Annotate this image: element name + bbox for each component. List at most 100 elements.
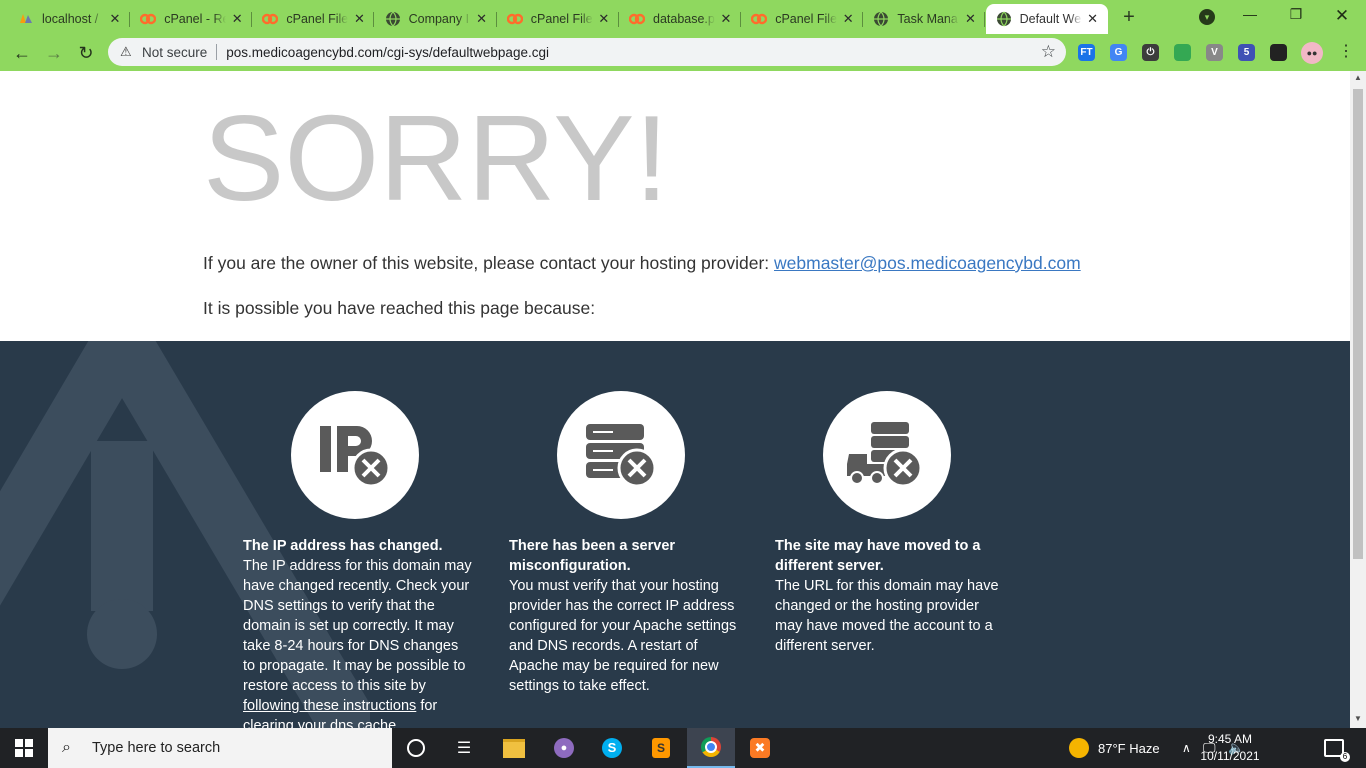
toggl-extension-icon[interactable]: ⏻ [1142, 44, 1159, 61]
tab-title: Company I [408, 12, 470, 26]
close-tab-icon[interactable]: ✕ [1086, 11, 1100, 27]
ip-error-icon [291, 391, 419, 519]
close-tab-icon[interactable]: ✕ [352, 11, 366, 27]
vertical-scrollbar[interactable]: ▲ ▼ [1350, 71, 1366, 728]
file-explorer-icon[interactable] [490, 728, 538, 768]
reasons-section: The IP address has changed. The IP addre… [0, 341, 1350, 728]
phpmyadmin-icon [18, 11, 34, 27]
vue-extension-icon[interactable]: V [1206, 44, 1223, 61]
windows-taskbar: ⌕ Type here to search ☰ ● S S ✖ 87°F Haz… [0, 728, 1366, 768]
notification-count: 6 [1340, 752, 1350, 762]
close-tab-icon[interactable]: ✕ [230, 11, 244, 27]
scroll-up-arrow-icon[interactable]: ▲ [1350, 73, 1366, 82]
browser-tab[interactable]: database.p ✕ [619, 4, 741, 34]
page-heading: SORRY! [203, 90, 669, 226]
tab-title: database.p [653, 12, 715, 26]
reason-text: The URL for this domain may have changed… [775, 578, 999, 654]
reasons-intro: It is possible you have reached this pag… [203, 298, 596, 318]
reason-text: The IP address for this domain may have … [243, 558, 472, 728]
tab-title: cPanel File [286, 12, 349, 26]
task-view-icon[interactable]: ☰ [440, 728, 488, 768]
restore-button[interactable]: ❐ [1276, 6, 1316, 23]
cpanel-icon [506, 11, 523, 27]
close-tab-icon[interactable]: ✕ [597, 11, 611, 27]
close-tab-icon[interactable]: ✕ [475, 11, 489, 27]
reason-server-misconfiguration: There has been a server misconfiguration… [509, 391, 739, 696]
profile-avatar[interactable]: ●● [1301, 42, 1323, 64]
address-bar[interactable]: ⚠ Not secure pos.medicoagencybd.com/cgi-… [108, 38, 1066, 66]
reason-site-moved: The site may have moved to a different s… [775, 391, 1005, 656]
security-label: Not secure [142, 44, 208, 60]
tab-title: cPanel - Re [164, 12, 227, 26]
taskbar-search-box[interactable]: ⌕ Type here to search [48, 728, 392, 768]
browser-menu-icon[interactable]: ⋮ [1338, 42, 1354, 62]
globe-icon [996, 11, 1012, 27]
browser-tab[interactable]: Default We ✕ [985, 4, 1108, 34]
weather-widget[interactable]: 87°F Haze [1069, 728, 1160, 768]
show-hidden-icons-icon[interactable]: ∧ [1182, 728, 1191, 768]
web-page: SORRY! If you are the owner of this webs… [0, 71, 1350, 728]
reason-title: The IP address has changed. [243, 538, 443, 554]
owner-text: If you are the owner of this website, pl… [203, 253, 775, 273]
globe-icon [873, 11, 889, 27]
clock-date: 10/11/2021 [1200, 749, 1260, 763]
warning-icon: ⚠ [120, 44, 132, 59]
windows-logo-icon [15, 739, 33, 757]
start-button[interactable] [0, 728, 48, 768]
tab-title: Task Mana [897, 12, 958, 26]
system-clock[interactable]: 9:45 AM 10/11/2021 [1192, 731, 1268, 765]
search-placeholder: Type here to search [92, 740, 221, 756]
sublime-text-icon[interactable]: S [637, 728, 685, 768]
scroll-down-arrow-icon[interactable]: ▼ [1350, 714, 1366, 723]
close-tab-icon[interactable]: ✕ [108, 11, 122, 27]
translate-extension-icon[interactable]: G [1110, 44, 1127, 61]
reason-text: You must verify that your hosting provid… [509, 578, 737, 694]
webmaster-email-link[interactable]: webmaster@pos.medicoagencybd.com [774, 253, 1081, 273]
browser-tab[interactable]: Task Mana ✕ [863, 4, 986, 34]
github-desktop-icon[interactable]: ● [540, 728, 588, 768]
browser-tab[interactable]: cPanel File ✕ [497, 4, 619, 34]
chrome-taskbar-icon[interactable] [687, 728, 735, 768]
cortana-icon[interactable] [392, 728, 440, 768]
scrollbar-thumb[interactable] [1353, 89, 1363, 559]
dns-instructions-link[interactable]: following these instructions [243, 698, 416, 714]
green-extension-icon[interactable] [1174, 44, 1191, 61]
reason-ip-changed: The IP address has changed. The IP addre… [243, 391, 473, 728]
divider [216, 44, 218, 60]
puzzle-extensions-icon[interactable] [1270, 44, 1287, 61]
ft-extension-icon[interactable]: FT [1078, 44, 1095, 61]
close-window-button[interactable]: ✕ [1322, 6, 1362, 26]
browser-tab[interactable]: Company I ✕ [375, 4, 497, 34]
reason-title: The site may have moved to a different s… [775, 538, 981, 574]
badge-extension-icon[interactable]: 5 [1238, 44, 1255, 61]
close-tab-icon[interactable]: ✕ [841, 11, 855, 27]
browser-tab[interactable]: cPanel File ✕ [252, 4, 375, 34]
cpanel-icon [751, 11, 768, 27]
tab-title: cPanel File [775, 12, 838, 26]
globe-icon [385, 11, 401, 27]
browser-tab[interactable]: cPanel File ✕ [741, 4, 864, 34]
skype-icon[interactable]: S [588, 728, 636, 768]
minimize-button[interactable]: — [1230, 6, 1270, 22]
browser-tab[interactable]: cPanel - Re ✕ [130, 4, 253, 34]
server-error-icon [557, 391, 685, 519]
cpanel-icon [629, 11, 645, 27]
close-tab-icon[interactable]: ✕ [963, 11, 977, 27]
tab-search-icon[interactable]: ▾ [1199, 9, 1215, 25]
url-text[interactable]: pos.medicoagencybd.com/cgi-sys/defaultwe… [226, 45, 549, 60]
clock-time: 9:45 AM [1207, 732, 1253, 746]
tab-title: cPanel File [530, 12, 593, 26]
back-button[interactable]: ← [11, 42, 33, 64]
cpanel-icon [262, 11, 279, 27]
tab-title: Default We [1019, 12, 1082, 26]
close-tab-icon[interactable]: ✕ [719, 11, 733, 27]
owner-message: If you are the owner of this website, pl… [203, 253, 1081, 274]
reload-button[interactable]: ↻ [75, 42, 97, 64]
xampp-icon[interactable]: ✖ [736, 728, 784, 768]
browser-tab[interactable]: localhost / ✕ [8, 4, 130, 34]
notification-center-icon[interactable]: 6 [1324, 728, 1350, 768]
tab-strip: localhost / ✕ cPanel - Re ✕ cPanel File ✕ Comp… [0, 0, 1366, 34]
new-tab-button[interactable]: + [1118, 6, 1140, 28]
bookmark-star-icon[interactable]: ☆ [1041, 42, 1056, 62]
forward-button[interactable]: → [43, 42, 65, 64]
